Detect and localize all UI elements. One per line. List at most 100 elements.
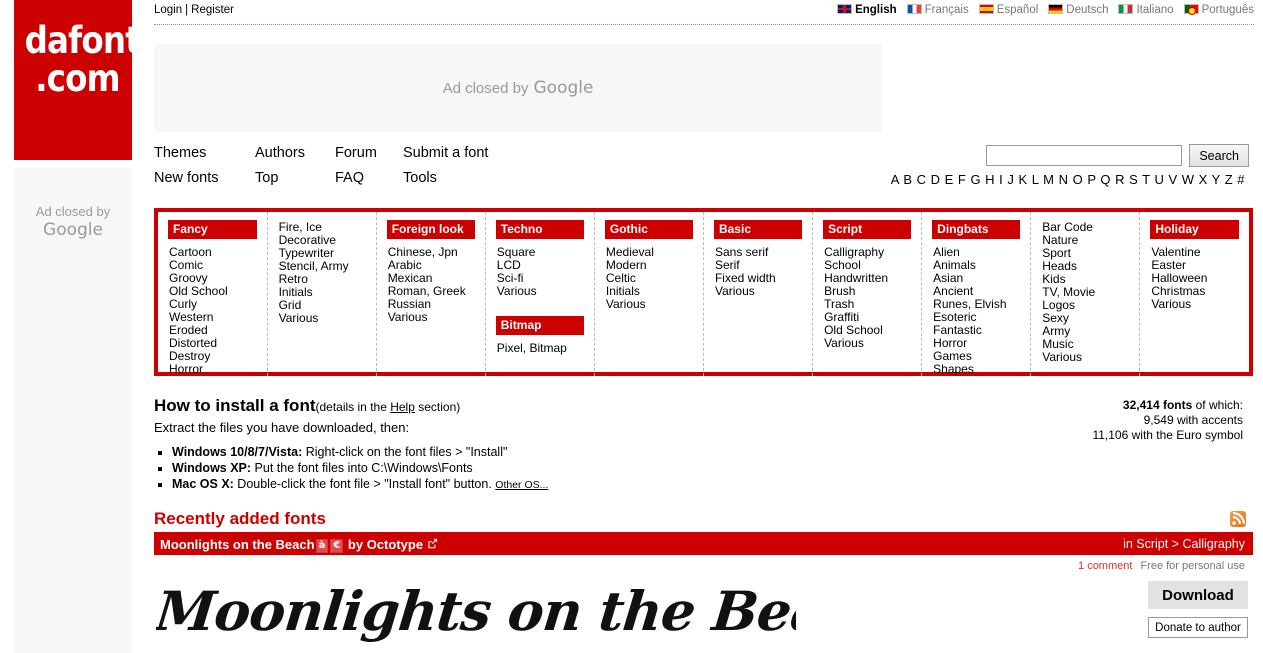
cat-link[interactable]: Modern xyxy=(606,258,647,272)
cat-link[interactable]: School xyxy=(824,258,861,272)
font-category-link[interactable]: in Script > Calligraphy xyxy=(1123,537,1245,551)
login-link[interactable]: Login xyxy=(154,4,182,16)
cat-link[interactable]: Russian xyxy=(388,297,431,311)
cat-link[interactable]: Alien xyxy=(933,245,960,259)
cat-link[interactable]: Various xyxy=(1151,297,1191,311)
cat-link[interactable]: Mexican xyxy=(388,271,433,285)
cat-link[interactable]: Horror xyxy=(169,362,203,376)
other-os-link[interactable]: Other OS... xyxy=(495,479,548,491)
cat-link[interactable]: Various xyxy=(279,311,319,325)
cat-link[interactable]: Western xyxy=(169,310,213,324)
cat-link[interactable]: Retro xyxy=(279,272,308,286)
category-header-script[interactable]: Script xyxy=(823,220,912,239)
search-button[interactable]: Search xyxy=(1189,144,1249,167)
cat-link[interactable]: Animals xyxy=(933,258,976,272)
cat-link[interactable]: Music xyxy=(1042,337,1073,351)
cat-link[interactable]: Easter xyxy=(1151,258,1186,272)
cat-link[interactable]: Shapes xyxy=(933,362,974,376)
cat-link[interactable]: Various xyxy=(606,297,646,311)
cat-link[interactable]: Old School xyxy=(824,323,883,337)
cat-link[interactable]: Horror xyxy=(933,336,967,350)
cat-link[interactable]: Asian xyxy=(933,271,963,285)
cat-link[interactable]: Square xyxy=(497,245,536,259)
cat-link[interactable]: Sport xyxy=(1042,246,1071,260)
cat-link[interactable]: Groovy xyxy=(169,271,208,285)
cat-link[interactable]: Stencil, Army xyxy=(279,259,349,273)
cat-link[interactable]: Typewriter xyxy=(279,246,334,260)
cat-link[interactable]: Roman, Greek xyxy=(388,284,466,298)
category-header-basic[interactable]: Basic xyxy=(713,220,803,239)
help-link[interactable]: Help xyxy=(390,400,415,414)
cat-link[interactable]: Brush xyxy=(824,284,855,298)
category-header-dingbats[interactable]: Dingbats xyxy=(932,220,1021,239)
cat-link[interactable]: Heads xyxy=(1042,259,1077,273)
search-input[interactable] xyxy=(986,145,1182,166)
cat-link[interactable]: TV, Movie xyxy=(1042,285,1095,299)
nav-tools[interactable]: Tools xyxy=(403,170,437,186)
cat-link[interactable]: Sexy xyxy=(1042,311,1069,325)
lang-francais[interactable]: Français xyxy=(906,4,969,16)
cat-link[interactable]: Various xyxy=(1042,350,1082,364)
rss-icon[interactable] xyxy=(1230,511,1246,527)
lang-portugues[interactable]: Português xyxy=(1183,4,1254,16)
lang-espanol[interactable]: Español xyxy=(978,4,1038,16)
cat-link[interactable]: Christmas xyxy=(1151,284,1205,298)
cat-link[interactable]: Pixel, Bitmap xyxy=(497,341,567,355)
cat-link[interactable]: Halloween xyxy=(1151,271,1207,285)
cat-link[interactable]: Nature xyxy=(1042,233,1078,247)
lang-italiano[interactable]: Italiano xyxy=(1118,4,1174,16)
cat-link[interactable]: Sans serif xyxy=(715,245,768,259)
category-header-techno[interactable]: Techno xyxy=(495,220,584,239)
cat-link[interactable]: Fixed width xyxy=(715,271,776,285)
cat-link[interactable]: Various xyxy=(824,336,864,350)
nav-submit-a-font[interactable]: Submit a font xyxy=(403,145,488,161)
cat-link[interactable]: Grid xyxy=(279,298,302,312)
cat-link[interactable]: Cartoon xyxy=(169,245,212,259)
cat-link[interactable]: Sci-fi xyxy=(497,271,524,285)
cat-link[interactable]: Calligraphy xyxy=(824,245,884,259)
cat-link[interactable]: Various xyxy=(497,284,537,298)
nav-authors[interactable]: Authors xyxy=(255,145,305,161)
cat-link[interactable]: Serif xyxy=(715,258,740,272)
cat-link[interactable]: Logos xyxy=(1042,298,1075,312)
cat-link[interactable]: Various xyxy=(388,310,428,324)
cat-link[interactable]: Curly xyxy=(169,297,197,311)
donate-to-author-button[interactable]: Donate to author xyxy=(1148,617,1248,638)
nav-top[interactable]: Top xyxy=(255,170,278,186)
cat-link[interactable]: Eroded xyxy=(169,323,208,337)
cat-link[interactable]: Distorted xyxy=(169,336,217,350)
cat-link[interactable]: Old School xyxy=(169,284,228,298)
cat-link[interactable]: Initials xyxy=(606,284,640,298)
cat-link[interactable]: Destroy xyxy=(169,349,210,363)
alphabet-index[interactable]: A B C D E F G H I J K L M N O P Q R S T … xyxy=(891,172,1245,187)
cat-link[interactable]: Celtic xyxy=(606,271,636,285)
download-button[interactable]: Download xyxy=(1148,581,1248,609)
external-link-icon[interactable] xyxy=(427,537,438,552)
cat-link[interactable]: Valentine xyxy=(1151,245,1200,259)
cat-link[interactable]: Fire, Ice xyxy=(279,220,322,234)
category-header-fancy[interactable]: Fancy xyxy=(168,220,257,239)
cat-link[interactable]: Trash xyxy=(824,297,854,311)
cat-link[interactable]: Runes, Elvish xyxy=(933,297,1006,311)
cat-link[interactable]: Chinese, Jpn xyxy=(388,245,458,259)
nav-faq[interactable]: FAQ xyxy=(335,170,364,186)
cat-link[interactable]: Fantastic xyxy=(933,323,982,337)
cat-link[interactable]: Medieval xyxy=(606,245,654,259)
category-header-holiday[interactable]: Holiday xyxy=(1150,220,1239,239)
lang-english[interactable]: English xyxy=(837,4,897,16)
category-header-bitmap[interactable]: Bitmap xyxy=(495,316,584,335)
font-name-link[interactable]: Moonlights on the Beach xyxy=(160,537,315,552)
nav-new-fonts[interactable]: New fonts xyxy=(154,170,218,186)
lang-deutsch[interactable]: Deutsch xyxy=(1048,4,1108,16)
cat-link[interactable]: Kids xyxy=(1042,272,1065,286)
cat-link[interactable]: Various xyxy=(715,284,755,298)
nav-forum[interactable]: Forum xyxy=(335,145,377,161)
cat-link[interactable]: Ancient xyxy=(933,284,973,298)
nav-themes[interactable]: Themes xyxy=(154,145,206,161)
cat-link[interactable]: Arabic xyxy=(388,258,422,272)
font-comments-link[interactable]: 1 comment xyxy=(1078,560,1132,572)
cat-link[interactable]: Handwritten xyxy=(824,271,888,285)
cat-link[interactable]: Army xyxy=(1042,324,1070,338)
font-preview-image[interactable]: Moonlights on the Beach xyxy=(156,578,796,648)
cat-link[interactable]: Decorative xyxy=(279,233,336,247)
